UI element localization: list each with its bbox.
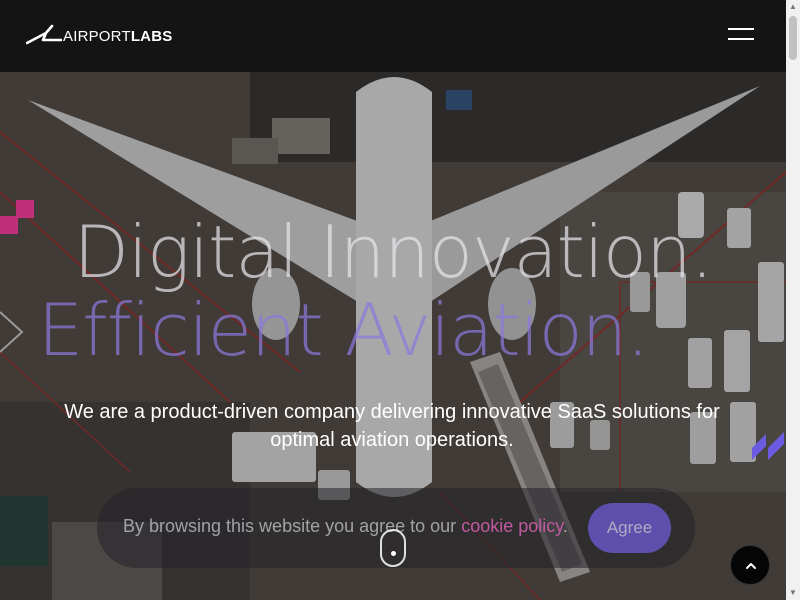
chevron-up-icon	[746, 563, 756, 569]
cookie-text-after: .	[562, 516, 568, 536]
logo-text: AIRPORTLABS	[63, 28, 172, 45]
airportlabs-logo[interactable]: AIRPORTLABS	[26, 24, 172, 46]
site-header: AIRPORTLABS	[0, 0, 786, 72]
logo-text-bold: LABS	[130, 28, 173, 45]
cookie-text: By browsing this website you agree to ou…	[123, 516, 568, 537]
hero-section: Digital Innovation. Efficient Aviation. …	[0, 72, 786, 600]
hero-subtext: We are a product-driven company deliveri…	[64, 401, 720, 451]
menu-line	[728, 28, 754, 30]
hero-headline-primary: Digital Innovation.	[73, 210, 714, 294]
agree-button[interactable]: Agree	[588, 503, 671, 553]
logo-text-light: AIRPORT	[63, 28, 131, 45]
brand-chevron-decoration	[752, 432, 784, 460]
scrollbar-thumb[interactable]	[789, 16, 797, 60]
menu-line	[728, 38, 754, 40]
scroll-down-arrow-icon[interactable]: ▼	[786, 586, 800, 600]
mouse-wheel-dot	[391, 551, 396, 556]
cookie-policy-link[interactable]: cookie policy	[461, 516, 563, 536]
back-to-top-button[interactable]	[730, 545, 770, 585]
cookie-text-before: By browsing this website you agree to ou…	[123, 516, 462, 536]
hero-headline-secondary: Efficient Aviation.	[37, 288, 649, 372]
mouse-scroll-icon	[380, 529, 406, 567]
hamburger-menu-icon[interactable]	[728, 27, 754, 43]
scroll-up-arrow-icon[interactable]: ▲	[786, 0, 800, 14]
page-scrollbar[interactable]: ▲ ▼	[786, 0, 800, 600]
logo-plane-icon	[26, 24, 62, 45]
